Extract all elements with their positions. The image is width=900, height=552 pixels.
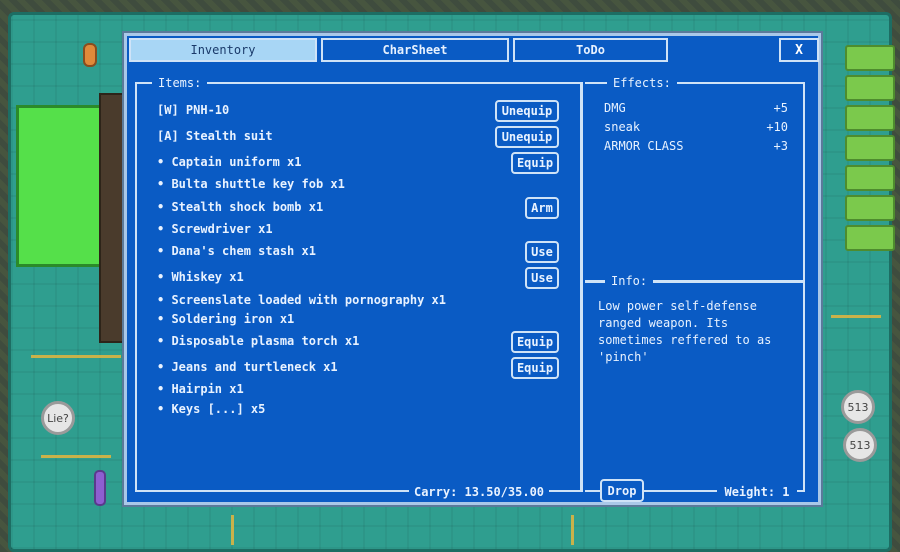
unequip-button[interactable]: Unequip [495,100,559,122]
board-trace [231,515,234,545]
effect-row: DMG +5 [604,101,788,115]
green-chip-pad [16,105,106,267]
fuse-component [83,43,97,67]
list-item[interactable]: • Dana's chem stash x1 [157,241,567,261]
items-header: Items: [152,76,208,90]
equip-button[interactable]: Equip [511,357,559,379]
drop-button[interactable]: Drop [600,479,644,502]
list-item[interactable]: • Stealth shock bomb x1 [157,197,567,217]
effects-header: Effects: [607,76,677,90]
list-item[interactable]: • Screenslate loaded with pornography x1 [157,290,567,310]
close-button[interactable]: X [779,38,819,62]
board-trace [31,355,121,358]
effects-panel-border [803,82,805,492]
list-item[interactable]: • Jeans and turtleneck x1 [157,357,567,377]
inventory-window: Inventory CharSheet ToDo X Items: Effect… [124,33,821,505]
equip-button[interactable]: Equip [511,331,559,353]
use-button[interactable]: Use [525,267,559,289]
carry-weight-label: Carry: 13.50/35.00 [409,484,549,500]
item-weight-label: Weight: 1 [717,484,797,500]
list-item[interactable]: • Screwdriver x1 [157,219,567,239]
list-item[interactable]: • Whiskey x1 [157,267,567,287]
info-description: Low power self-defense ranged weapon. It… [598,299,772,364]
use-button[interactable]: Use [525,241,559,263]
green-chip [845,45,895,71]
board-trace [831,315,881,318]
resistor-component [94,470,106,506]
green-chip [845,105,895,131]
green-chip [845,195,895,221]
green-chip [845,75,895,101]
tab-todo[interactable]: ToDo [513,38,668,62]
board-trace [571,515,574,545]
board-trace [41,455,111,458]
info-header: Info: [605,274,654,288]
capacitor-lie: Lie? [41,401,75,435]
capacitor-513: 513 [843,428,877,462]
tab-charsheet[interactable]: CharSheet [321,38,509,62]
capacitor-513: 513 [841,390,875,424]
list-item[interactable]: • Hairpin x1 [157,379,567,399]
items-panel-border [135,82,137,492]
green-chip [845,225,895,251]
list-item[interactable]: • Keys [...] x5 [157,399,567,419]
equip-button[interactable]: Equip [511,152,559,174]
list-item[interactable]: • Soldering iron x1 [157,309,567,329]
arm-button[interactable]: Arm [525,197,559,219]
tab-inventory[interactable]: Inventory [129,38,317,62]
effect-row: sneak +10 [604,120,788,134]
effect-row: ARMOR CLASS +3 [604,139,788,153]
unequip-button[interactable]: Unequip [495,126,559,148]
green-chip [845,165,895,191]
green-chip [845,135,895,161]
panel-divider [580,82,583,492]
list-item[interactable]: • Bulta shuttle key fob x1 [157,174,567,194]
list-item[interactable]: • Captain uniform x1 [157,152,567,172]
list-item[interactable]: • Disposable plasma torch x1 [157,331,567,351]
